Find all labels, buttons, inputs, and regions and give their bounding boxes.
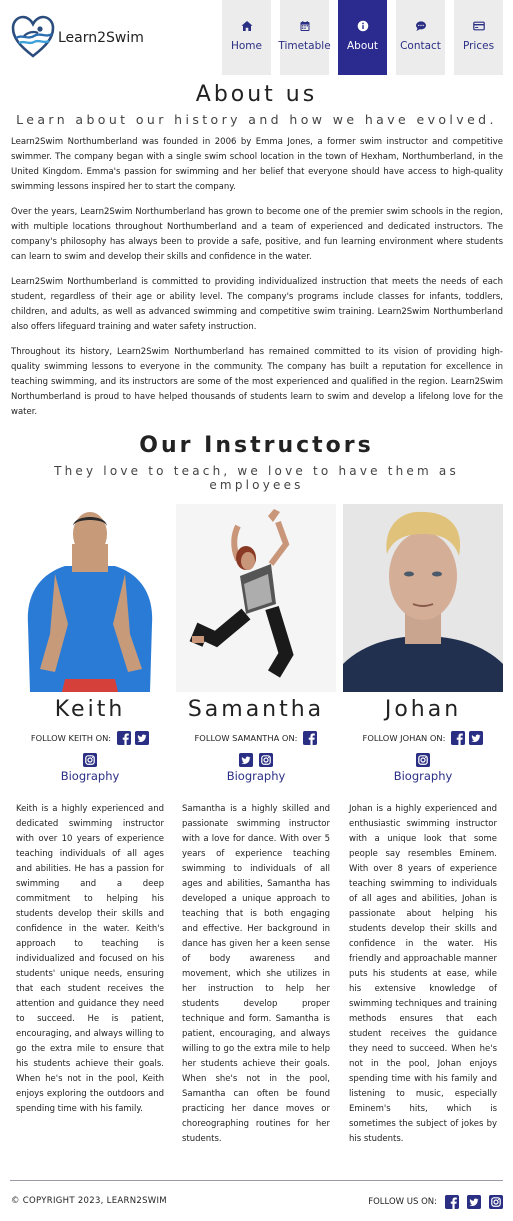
instructor-social-row-2: [176, 753, 336, 767]
info-icon: [357, 20, 368, 32]
instructor-bio: Johan is a highly experienced and enthus…: [349, 804, 497, 1144]
about-paragraph: Learn2Swim Northumberland was founded in…: [11, 137, 503, 192]
nav-timetable-label: Timetable: [278, 40, 331, 52]
twitter-icon[interactable]: [469, 731, 483, 745]
card-icon: [472, 21, 485, 31]
instructor-name: Keith: [54, 697, 126, 722]
nav-contact-label: Contact: [400, 40, 441, 52]
footer-divider: [10, 1180, 503, 1181]
instagram-icon[interactable]: [416, 753, 430, 767]
follow-label: FOLLOW KEITH ON:: [30, 733, 112, 743]
twitter-icon[interactable]: [135, 731, 149, 745]
logo-heart-waves-icon[interactable]: [10, 14, 56, 60]
biography-link[interactable]: Biography: [176, 769, 336, 783]
nav-home-label: Home: [230, 40, 262, 52]
about-paragraph: Throughout its history, Learn2Swim North…: [11, 347, 503, 417]
instructor-social-row-2: [10, 753, 170, 767]
facebook-icon[interactable]: [117, 731, 131, 745]
nav-about-label: About: [346, 40, 379, 52]
instructor-card-samantha: Samantha FOLLOW SAMANTHA ON: Biography S…: [176, 504, 336, 1147]
nav-timetable[interactable]: Timetable: [278, 0, 331, 75]
main-nav: Home Timetable About Contact Prices: [222, 0, 503, 75]
nav-home[interactable]: Home: [222, 0, 271, 75]
twitter-icon[interactable]: [239, 753, 253, 767]
nav-about[interactable]: About: [338, 0, 387, 75]
follow-label: FOLLOW JOHAN ON:: [362, 733, 446, 743]
twitter-icon[interactable]: [467, 1195, 481, 1209]
about-title: About us: [195, 82, 318, 107]
about-paragraph: Over the years, Learn2Swim Northumberlan…: [11, 207, 503, 262]
instagram-icon[interactable]: [259, 753, 273, 767]
instructor-name: Samantha: [187, 697, 325, 722]
instructor-bio: Samantha is a highly skilled and passion…: [182, 804, 330, 1144]
footer-social: FOLLOW US ON:: [368, 1195, 503, 1209]
johan-photo: [343, 504, 503, 692]
instagram-icon[interactable]: [489, 1195, 503, 1209]
facebook-icon[interactable]: [445, 1195, 459, 1209]
instagram-icon[interactable]: [83, 753, 97, 767]
instructor-card-keith: Keith FOLLOW KEITH ON: Biography Keith i…: [10, 504, 170, 1117]
facebook-icon[interactable]: [303, 731, 317, 745]
instructors-subtitle: They love to teach, we love to have them…: [54, 464, 459, 492]
nav-prices-label: Prices: [462, 40, 495, 52]
facebook-icon[interactable]: [451, 731, 465, 745]
home-icon: [241, 21, 252, 31]
nav-contact[interactable]: Contact: [396, 0, 445, 75]
copyright-text: © COPYRIGHT 2023, LEARN2SWIM: [11, 1196, 167, 1206]
instructor-social-row: FOLLOW JOHAN ON:: [343, 731, 503, 745]
biography-link[interactable]: Biography: [343, 769, 503, 783]
keith-photo: [10, 504, 170, 692]
instructor-card-johan: Johan FOLLOW JOHAN ON: Biography Johan i…: [343, 504, 503, 1147]
instructor-social-row-2: [343, 753, 503, 767]
brand-name[interactable]: Learn2Swim: [58, 30, 144, 46]
instructors-title: Our Instructors: [139, 433, 374, 458]
calendar-icon: [300, 21, 309, 31]
footer-follow-label: FOLLOW US ON:: [368, 1197, 437, 1207]
nav-prices[interactable]: Prices: [454, 0, 503, 75]
about-paragraph: Learn2Swim Northumberland is committed t…: [11, 277, 503, 332]
biography-link[interactable]: Biography: [10, 769, 170, 783]
about-subtitle: Learn about our history and how we have …: [16, 112, 497, 127]
site-header: Learn2Swim Home Timetable About Contact …: [0, 0, 513, 76]
instructor-bio: Keith is a highly experienced and dedica…: [16, 804, 164, 1114]
follow-label: FOLLOW SAMANTHA ON:: [194, 733, 298, 743]
instructor-social-row: FOLLOW SAMANTHA ON:: [176, 731, 336, 745]
instructor-social-row: FOLLOW KEITH ON:: [10, 731, 170, 745]
samantha-photo: [176, 504, 336, 692]
instructor-name: Johan: [384, 697, 462, 722]
chat-icon: [415, 21, 426, 31]
about-history: Learn2Swim Northumberland was founded in…: [11, 135, 503, 430]
